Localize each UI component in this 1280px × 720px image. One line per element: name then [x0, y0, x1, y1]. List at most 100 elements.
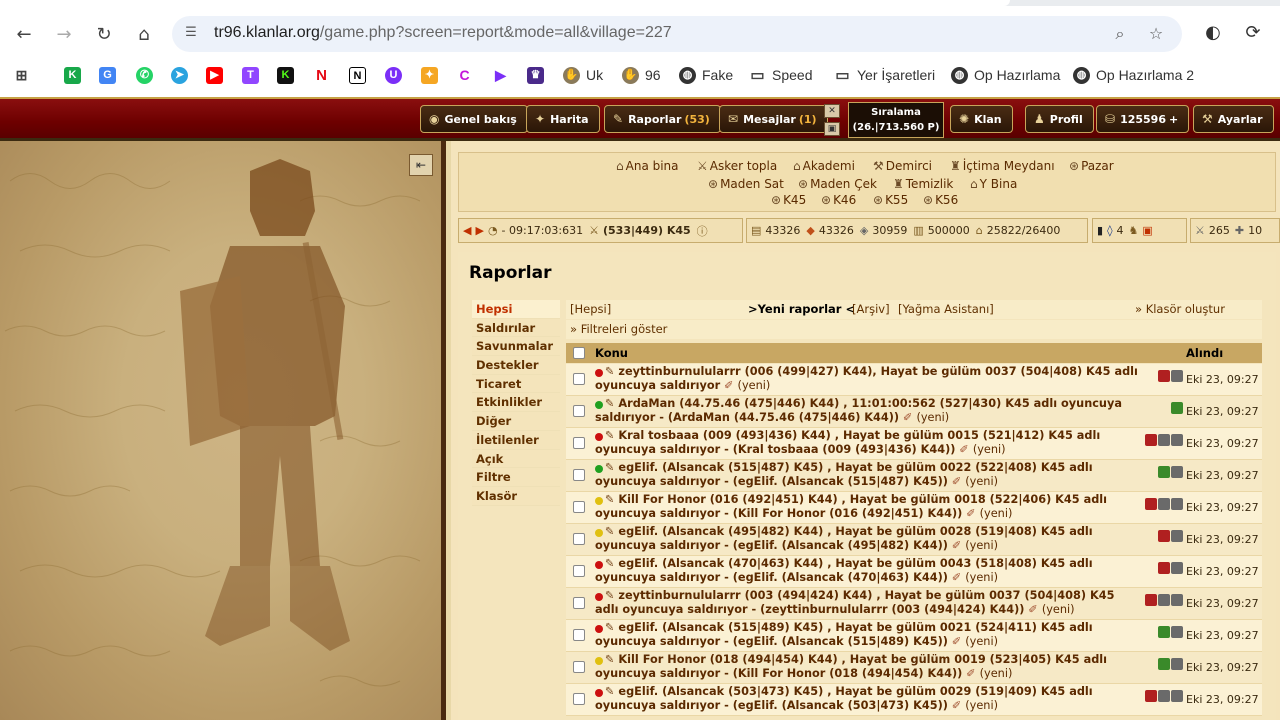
menu-item-filtre[interactable]: Filtre [472, 468, 560, 487]
row-checkbox[interactable] [573, 693, 585, 705]
subnav-new-reports[interactable]: >Yeni raporlar < [748, 300, 855, 319]
report-subject-link[interactable]: ✎ egElif. (Alsancak (495|482) K44) , Hay… [595, 525, 1140, 553]
table-row[interactable]: ✎ ArdaMan (44.75.46 (475|446) K44) , 11:… [566, 396, 1262, 428]
edit-icon[interactable]: ✎ [605, 493, 618, 506]
shield-icon[interactable]: ◊ [1107, 224, 1112, 237]
table-row[interactable]: ✎ Kral tosbaaa (009 (493|436) K44) , Hay… [566, 428, 1262, 460]
prev-village-arrow-icon[interactable]: ◀ [463, 224, 471, 237]
apps-grid-icon[interactable]: ⊞ [13, 64, 30, 86]
show-filters-link[interactable]: » Filtreleri göster [570, 320, 667, 339]
edit-icon[interactable]: ✎ [605, 429, 618, 442]
report-subject-link[interactable]: ✎ Kill For Honor (016 (492|451) K44) , H… [595, 493, 1140, 521]
menu-item-klasor[interactable]: Klasör [472, 486, 560, 506]
row-checkbox[interactable] [573, 373, 585, 385]
bookmark-star-icon[interactable]: ☆ [1146, 24, 1166, 44]
report-subject-link[interactable]: ✎ egElif. (Alsancak (515|487) K45) , Hay… [595, 461, 1140, 489]
back-arrow-icon[interactable]: ← [10, 20, 38, 48]
bookmark-k-icon[interactable]: K [64, 64, 81, 86]
next-village-arrow-icon[interactable]: ▶ [475, 224, 483, 237]
row-checkbox[interactable] [573, 565, 585, 577]
edit-icon[interactable]: ✎ [605, 397, 618, 410]
zoom-icon[interactable]: ⌕ [1110, 24, 1130, 44]
profile-button[interactable]: ♟ Profil [1025, 105, 1094, 133]
continent-link-k46[interactable]: ⊛ K46 [821, 193, 856, 207]
report-subject-link[interactable]: ✎ egElif. (Alsancak (470|463) K44) , Hay… [595, 557, 1140, 585]
edit-icon[interactable]: ✎ [605, 653, 618, 666]
info-icon[interactable]: ⓘ [697, 223, 708, 239]
notion-icon[interactable]: N [349, 64, 366, 86]
report-subject-link[interactable]: ✎ egElif. (Alsancak (503|473) K45) , Hay… [595, 685, 1140, 713]
bookmark-crown-icon[interactable]: ♛ [527, 64, 544, 86]
edit-icon[interactable]: ✎ [605, 621, 618, 634]
row-checkbox[interactable] [573, 501, 585, 513]
table-row[interactable]: ✎ egElif. (Alsancak (470|463) K44) , Hay… [566, 556, 1262, 588]
menu-item-iletilenler[interactable]: İletilenler [472, 430, 560, 450]
building-link-ictima-meydani[interactable]: ♜ İçtima Meydanı [950, 159, 1055, 173]
menu-item-hepsi[interactable]: Hepsi [472, 300, 560, 319]
table-row[interactable]: ✎ Kill For Honor (016 (492|451) K44) , H… [566, 492, 1262, 524]
edit-icon[interactable]: ✎ [605, 685, 618, 698]
bookmark-speed[interactable]: ▭ Speed [749, 64, 812, 86]
map-button[interactable]: ✦ Harita [526, 105, 600, 133]
menu-item-savunmalar[interactable]: Savunmalar [472, 337, 560, 357]
building-link-maden-sat[interactable]: ⊛ Maden Sat [708, 177, 784, 191]
report-subject-link[interactable]: ✎ zeyttinburnulularrr (003 (494|424) K44… [595, 589, 1140, 617]
report-subject-link[interactable]: ✎ egElif. (Alsancak (515|489) K45) , Hay… [595, 621, 1140, 649]
home-icon[interactable]: ⌂ [130, 20, 158, 48]
row-checkbox[interactable] [573, 597, 585, 609]
menu-item-diger[interactable]: Diğer [472, 412, 560, 431]
bookmark-uk[interactable]: ✋ Uk [563, 64, 603, 86]
menu-item-saldirilar[interactable]: Saldırılar [472, 318, 560, 338]
youtube-icon[interactable]: ▶ [206, 64, 223, 86]
table-row[interactable]: ✎ egElif. (Alsancak (503|473) K45) , Hay… [566, 684, 1262, 716]
address-bar[interactable]: ☰ tr96.klanlar.org/game.php?screen=repor… [172, 16, 1182, 52]
building-link-temizlik[interactable]: ♜ Temizlik [893, 177, 953, 191]
table-row[interactable]: ✎ zeyttinburnulularrr (006 (499|427) K44… [566, 364, 1262, 396]
reload-icon[interactable]: ↻ [90, 20, 118, 48]
continent-link-k45[interactable]: ⊛ K45 [771, 193, 806, 207]
bookmark-purple-icon[interactable]: U [385, 64, 402, 86]
support-icon[interactable]: ✚ [1235, 224, 1244, 237]
sidebar-toggle-icon[interactable]: ⇤ [409, 154, 433, 176]
edit-icon[interactable]: ✎ [605, 461, 618, 474]
row-checkbox[interactable] [573, 405, 585, 417]
continent-link-k56[interactable]: ⊛ K56 [923, 193, 958, 207]
edit-icon[interactable]: ✎ [605, 557, 618, 570]
extension-icon[interactable]: ◐ [1202, 22, 1224, 44]
ranking-box[interactable]: Sıralama (26.|713.560 P) [848, 102, 944, 138]
report-subject-link[interactable]: ✎ ArdaMan (44.75.46 (475|446) K44) , 11:… [595, 397, 1140, 425]
table-row[interactable]: ✎ egElif. (Alsancak (515|487) K45) , Hay… [566, 460, 1262, 492]
row-checkbox[interactable] [573, 661, 585, 673]
settings-button[interactable]: ⚒ Ayarlar [1193, 105, 1274, 133]
bookmark-op-hazirlama-2[interactable]: ◍ Op Hazırlama 2 [1073, 64, 1194, 86]
edit-icon[interactable]: ✎ [605, 525, 618, 538]
subnav-archive-link[interactable]: [Arşiv] [852, 300, 890, 319]
table-row[interactable]: ✎ zeyttinburnulularrr (003 (494|424) K44… [566, 588, 1262, 620]
building-link-akademi[interactable]: ⌂ Akademi [793, 159, 855, 173]
kick-icon[interactable]: K [277, 64, 294, 86]
messages-button[interactable]: ✉ Mesajlar (1) [719, 105, 828, 133]
report-subject-link[interactable]: ✎ Kill For Honor (018 (494|454) K44) , H… [595, 653, 1140, 681]
report-subject-link[interactable]: ✎ Kral tosbaaa (009 (493|436) K44) , Hay… [595, 429, 1140, 457]
menu-item-destekler[interactable]: Destekler [472, 356, 560, 375]
village-selector[interactable]: ◀ ▶ ◔ - 09:17:03:631 ⚔ (533|449) K45 ⓘ [458, 218, 743, 243]
sync-icon[interactable]: ⟳ [1242, 22, 1264, 44]
site-settings-icon[interactable]: ☰ [182, 25, 200, 43]
twitch-icon[interactable]: T [242, 64, 259, 86]
clan-button[interactable]: ✺ Klan [950, 105, 1013, 133]
report-subject-link[interactable]: ✎ zeyttinburnulularrr (006 (499|427) K44… [595, 365, 1140, 393]
active-tab[interactable] [0, 0, 1010, 6]
layout-toggle-icon[interactable]: ▣ [824, 122, 840, 136]
menu-item-acik[interactable]: Açık [472, 449, 560, 469]
telegram-icon[interactable]: ➤ [171, 64, 188, 86]
collapse-top-icon[interactable]: ✕ [824, 104, 840, 118]
bookmark-fake[interactable]: ◍ Fake [679, 64, 733, 86]
building-link-maden-cek[interactable]: ⊛ Maden Çek [798, 177, 877, 191]
overview-button[interactable]: ◉ Genel bakış [420, 105, 528, 133]
building-link-pazar[interactable]: ⊛ Pazar [1069, 159, 1114, 173]
row-checkbox[interactable] [573, 629, 585, 641]
bookmark-yer-isaretleri[interactable]: ▭ Yer İşaretleri [834, 64, 935, 86]
attack-icon[interactable]: ⚔ [1195, 224, 1205, 237]
book-icon[interactable]: ▮ [1097, 224, 1103, 237]
forward-arrow-icon[interactable]: → [50, 20, 78, 48]
